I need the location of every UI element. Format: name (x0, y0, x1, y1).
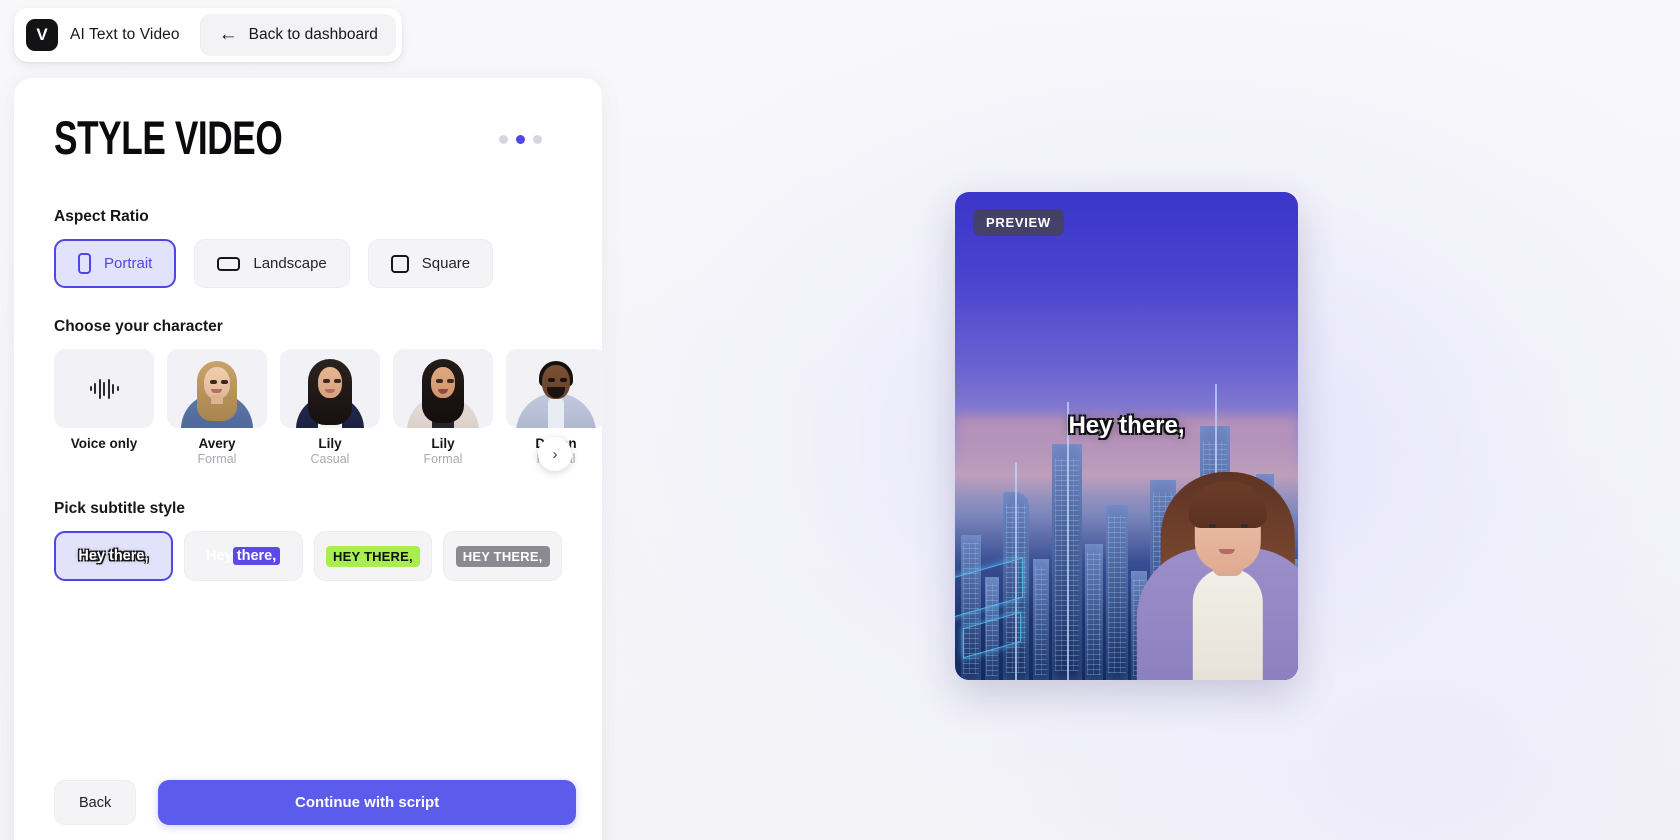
step-dot-3[interactable] (533, 134, 542, 144)
aspect-ratio-option-portrait-label: Portrait (104, 255, 153, 272)
avatar-avery-icon (167, 349, 267, 428)
subtitle-sample-highlight-word: there, (232, 547, 281, 565)
character-option-lily-casual[interactable]: Lily Casual (280, 349, 380, 466)
back-button[interactable]: Back (54, 780, 137, 825)
character-name: Avery (198, 436, 236, 451)
character-thumb (393, 349, 493, 428)
character-style: Formal (423, 452, 463, 466)
subtitle-style-option-lime-block[interactable]: HEY THERE, (313, 531, 433, 581)
character-name: Voice only (70, 436, 138, 451)
aspect-ratio-option-landscape-label: Landscape (253, 255, 327, 272)
aspect-ratio-group: Portrait Landscape Square (54, 239, 562, 288)
aspect-ratio-option-square[interactable]: Square (367, 239, 494, 288)
step-dot-1[interactable] (499, 134, 508, 144)
square-frame-icon (390, 254, 409, 273)
subtitle-style-group: Hey there, Hey there, HEY THERE, HEY THER… (54, 531, 563, 581)
character-option-avery-formal[interactable]: Avery Formal (167, 349, 267, 466)
subtitle-sample-plain-word: Hey (206, 548, 233, 564)
chevron-right-icon[interactable]: › (538, 437, 572, 471)
continue-with-script-button[interactable]: Continue with script (158, 780, 576, 825)
back-to-dashboard-button[interactable]: ← Back to dashboard (199, 14, 396, 56)
step-dot-2[interactable] (516, 134, 525, 144)
character-thumb (506, 349, 606, 428)
aspect-ratio-option-portrait[interactable]: Portrait (54, 239, 177, 288)
brand-block: V AI Text to Video (14, 8, 200, 62)
character-name: Lily (431, 436, 455, 451)
aspect-ratio-option-landscape[interactable]: Landscape (194, 239, 350, 288)
character-option-lily-formal[interactable]: Lily Formal (393, 349, 493, 466)
audio-waveform-icon (89, 378, 119, 400)
subtitle-sample-outline: Hey there, (78, 548, 149, 564)
subtitle-sample-grey-block: HEY THERE, (455, 545, 550, 567)
aspect-ratio-label: Aspect Ratio (54, 208, 149, 225)
aspect-ratio-option-square-label: Square (421, 255, 471, 272)
character-carousel: Voice only Avery Formal Lily Casual Lily… (54, 349, 606, 471)
app-root: V AI Text to Video ← Back to dashboard S… (0, 0, 1680, 840)
character-list: Voice only Avery Formal Lily Casual Lily… (54, 349, 606, 466)
character-thumb (167, 349, 267, 428)
character-name: Lily (318, 436, 342, 451)
subtitle-style-option-outline[interactable]: Hey there, (54, 531, 173, 581)
back-to-dashboard-label: Back to dashboard (248, 26, 378, 43)
character-thumb (54, 349, 154, 428)
panel-footer: Back Continue with script (54, 780, 576, 825)
subtitle-sample-lime-block: HEY THERE, (326, 545, 420, 567)
page-title: STYLE VIDEO (54, 112, 283, 165)
subtitle-style-option-word-highlight[interactable]: Hey there, (183, 531, 303, 581)
arrow-left-icon: ← (218, 23, 238, 45)
subtitle-style-label: Pick subtitle style (54, 500, 185, 517)
avatar-devon-icon (506, 349, 606, 428)
portrait-frame-icon (78, 253, 91, 274)
panel-header: STYLE VIDEO (54, 112, 562, 165)
character-thumb (280, 349, 380, 428)
preview-caption: Hey there, (1068, 411, 1185, 439)
app-title: AI Text to Video (70, 26, 180, 43)
presenter-figure (1122, 445, 1298, 680)
choose-character-label: Choose your character (54, 318, 223, 335)
subtitle-style-option-grey-block[interactable]: HEY THERE, (443, 531, 563, 581)
subtitle-sample-word-highlight: Hey there, (206, 547, 281, 565)
character-option-voice-only[interactable]: Voice only (54, 349, 154, 466)
avatar-lily-casual-icon (280, 349, 380, 428)
avatar-lily-formal-icon (393, 349, 493, 428)
character-style: Casual (310, 452, 350, 466)
app-logo-icon: V (26, 19, 58, 51)
character-style: Formal (197, 452, 237, 466)
top-bar: V AI Text to Video ← Back to dashboard (14, 8, 402, 62)
step-indicator (499, 134, 562, 144)
landscape-frame-icon (217, 256, 241, 271)
style-video-panel: STYLE VIDEO Aspect Ratio Portrait Landsc… (14, 78, 606, 840)
video-preview[interactable]: Hey there, PREVIEW (955, 192, 1298, 680)
preview-badge: PREVIEW (973, 209, 1064, 236)
